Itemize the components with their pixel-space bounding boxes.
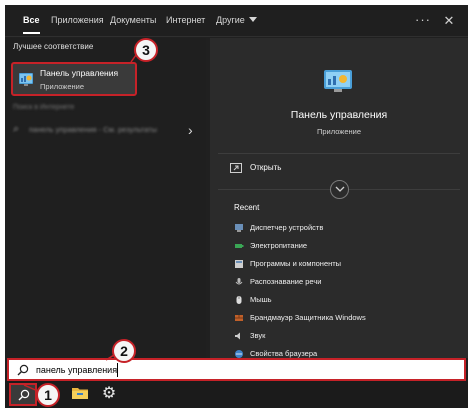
file-explorer-icon[interactable] <box>72 386 88 400</box>
control-panel-icon <box>324 70 352 92</box>
recent-heading: Recent <box>234 203 260 212</box>
best-match-result[interactable]: Панель управления Приложение <box>11 62 137 96</box>
tab-documents[interactable]: Документы <box>110 5 156 37</box>
web-search-text: панель управления - См. результаты <box>29 125 157 134</box>
settings-gear-icon[interactable]: ⚙ <box>100 385 118 403</box>
search-tab-bar: Все Приложения Документы Интернет Другие… <box>5 5 468 37</box>
results-pane: Лучшее соответствие Панель управления Пр… <box>5 38 206 358</box>
web-search-heading: Поиск в Интернете <box>13 104 75 111</box>
details-pane: Панель управления Приложение Открыть Rec… <box>210 38 468 358</box>
recent-item-label: Свойства браузера <box>250 349 318 358</box>
recent-item-label: Мышь <box>250 295 272 304</box>
close-icon[interactable]: ✕ <box>441 11 457 31</box>
open-icon <box>230 163 242 173</box>
taskbar-search-button[interactable] <box>9 383 37 406</box>
tab-apps[interactable]: Приложения <box>51 5 104 37</box>
search-icon <box>17 364 29 376</box>
search-input[interactable]: панель управления <box>7 358 466 381</box>
programs-icon <box>235 260 243 268</box>
device-manager-icon <box>235 224 243 232</box>
divider <box>218 153 460 154</box>
tab-more-label: Другие <box>216 15 245 25</box>
best-match-type: Приложение <box>40 82 84 91</box>
windows-search-window: Все Приложения Документы Интернет Другие… <box>5 5 468 408</box>
search-icon: ⌕ <box>13 123 20 135</box>
recent-item-label: Программы и компоненты <box>250 259 342 268</box>
sound-icon <box>235 332 240 340</box>
control-panel-icon <box>19 73 33 86</box>
web-search-result[interactable]: ⌕ панель управления - См. результаты › <box>5 117 206 149</box>
search-icon <box>18 389 30 401</box>
microphone-icon <box>235 278 243 285</box>
open-label: Открыть <box>250 163 282 172</box>
best-match-name: Панель управления <box>40 68 119 78</box>
step-2-callout: 2 <box>112 339 136 363</box>
power-icon <box>235 244 244 248</box>
chevron-right-icon[interactable]: › <box>188 122 193 138</box>
search-input-value: панель управления <box>36 365 118 375</box>
tab-more[interactable]: Другие <box>216 5 257 37</box>
recent-item-label: Брандмауэр Защитника Windows <box>250 313 366 322</box>
taskbar: ⚙ <box>5 381 468 408</box>
firewall-icon <box>235 315 243 321</box>
details-type: Приложение <box>317 127 361 136</box>
details-title: Панель управления <box>290 109 388 121</box>
recent-item-label: Звук <box>250 331 266 340</box>
step-1-callout: 1 <box>36 383 60 407</box>
more-options-icon[interactable]: ··· <box>415 11 431 31</box>
text-cursor <box>117 363 118 377</box>
mouse-icon <box>236 296 242 304</box>
step-3-callout: 3 <box>134 38 158 62</box>
expand-button[interactable] <box>330 180 349 199</box>
chevron-down-icon <box>335 186 345 192</box>
recent-item-label: Диспетчер устройств <box>250 223 324 232</box>
recent-item-label: Электропитание <box>250 241 308 250</box>
chevron-down-icon <box>248 17 257 22</box>
best-match-heading: Лучшее соответствие <box>13 42 94 51</box>
tab-web[interactable]: Интернет <box>166 5 205 37</box>
tab-all[interactable]: Все <box>23 5 40 37</box>
recent-item-label: Распознавание речи <box>250 277 322 286</box>
